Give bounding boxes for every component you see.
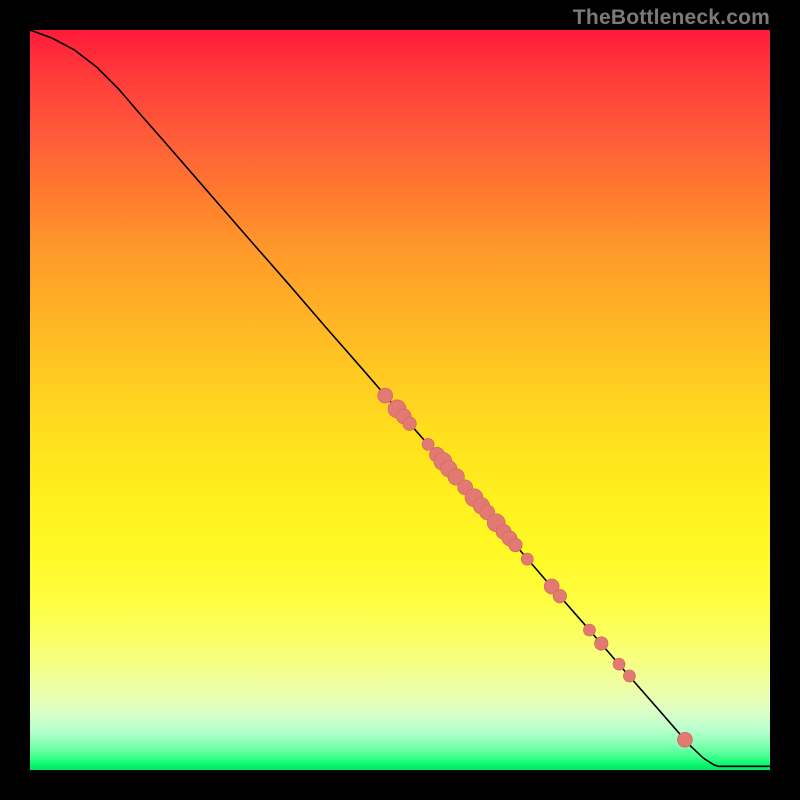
data-point bbox=[595, 637, 608, 650]
data-point bbox=[509, 538, 522, 551]
watermark-text: TheBottleneck.com bbox=[573, 6, 770, 30]
data-point bbox=[378, 388, 393, 403]
chart-svg bbox=[30, 30, 770, 770]
data-point bbox=[521, 553, 533, 565]
data-point bbox=[678, 732, 693, 747]
data-point bbox=[623, 670, 635, 682]
chart-frame: TheBottleneck.com bbox=[0, 0, 800, 800]
data-point bbox=[613, 658, 625, 670]
data-point bbox=[553, 589, 566, 602]
data-point bbox=[403, 417, 416, 430]
data-point bbox=[584, 624, 596, 636]
plot-area bbox=[30, 30, 770, 770]
bottleneck-curve bbox=[30, 30, 770, 766]
